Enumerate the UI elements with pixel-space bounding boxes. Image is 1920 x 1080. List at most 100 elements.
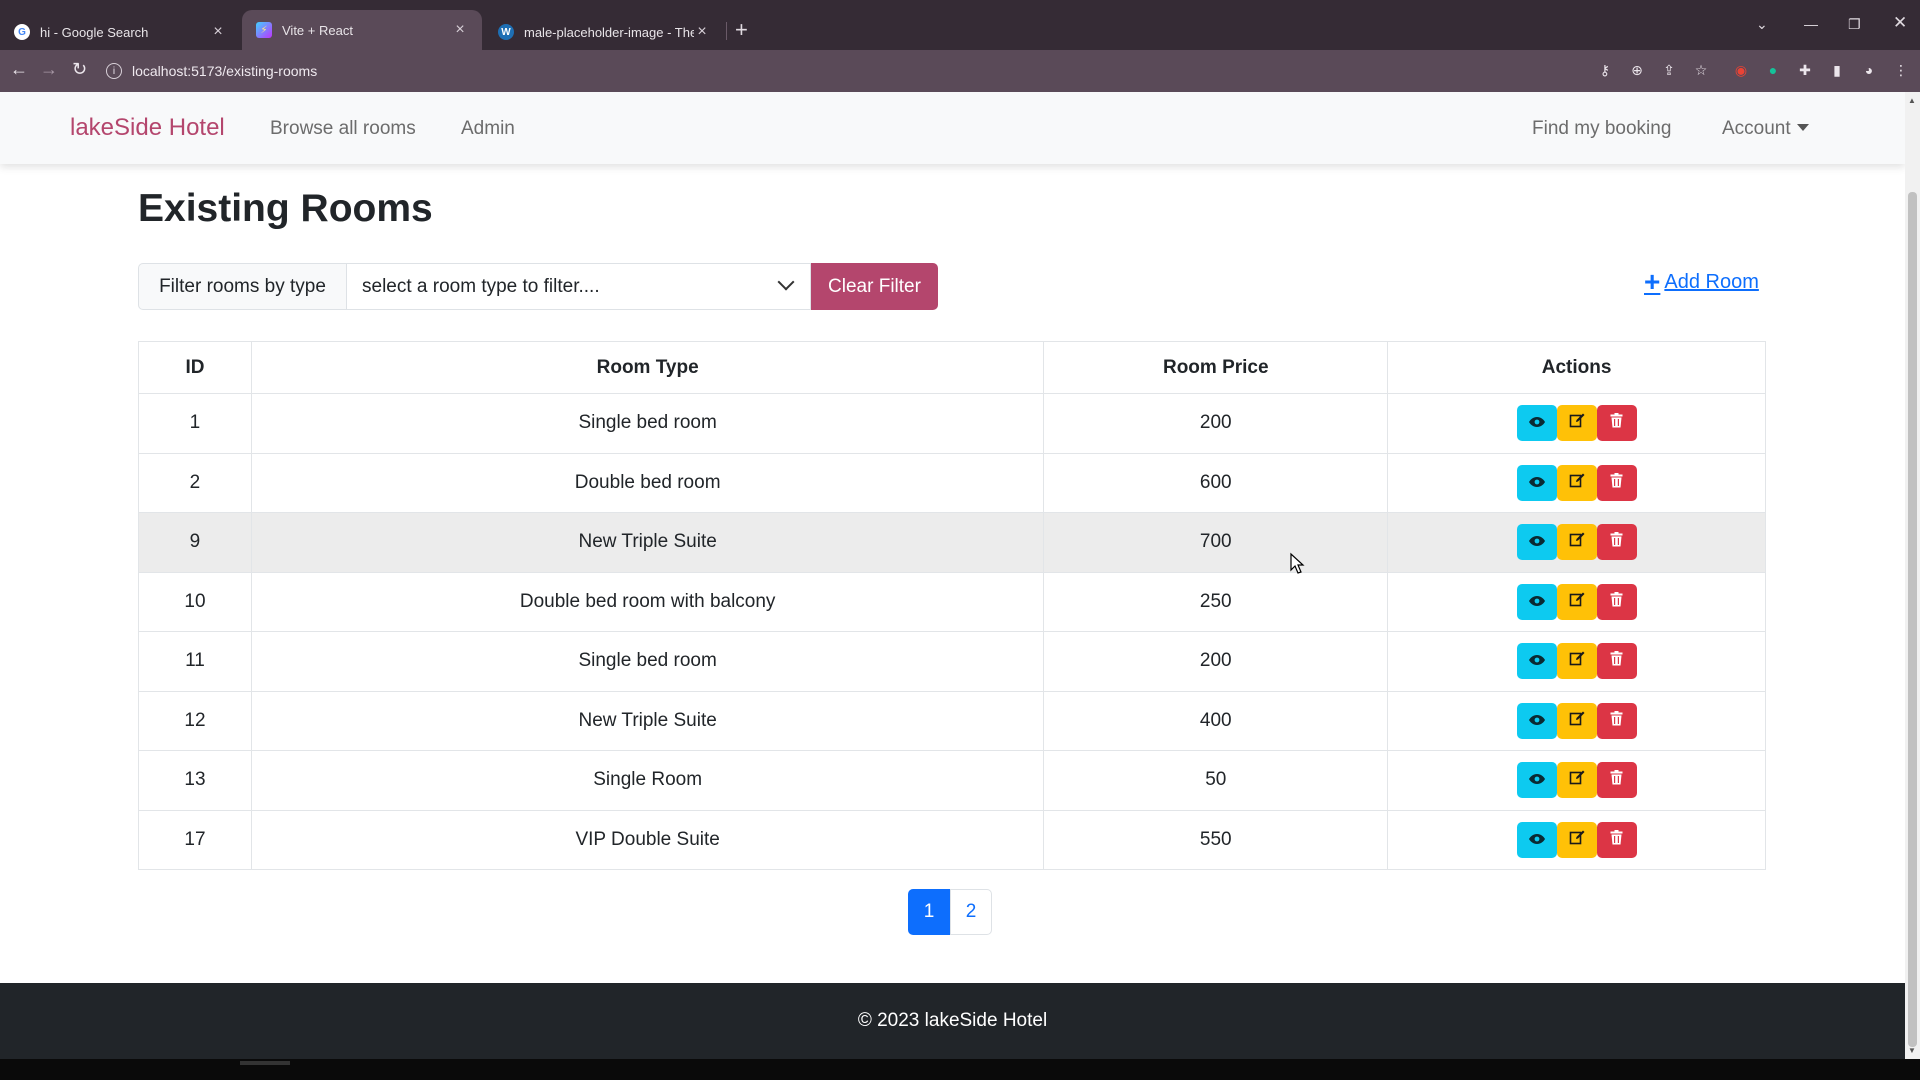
edit-icon [1569, 829, 1585, 851]
browser-tab-google[interactable]: G hi - Google Search × [0, 14, 240, 50]
minimize-icon[interactable]: — [1804, 16, 1818, 32]
side-panel-icon[interactable]: ▮ [1828, 62, 1846, 80]
forward-icon[interactable]: → [40, 59, 58, 80]
room-type: Single Room [250, 750, 1045, 811]
share-icon[interactable]: ⇪ [1660, 62, 1678, 80]
scroll-up-arrow-icon[interactable]: ▲ [1908, 96, 1916, 105]
eye-icon [1528, 531, 1546, 553]
table-row: 11 Single bed room 200 [138, 631, 1766, 692]
site-navbar: lakeSide Hotel Browse all rooms Admin Fi… [0, 92, 1905, 164]
clear-filter-button[interactable]: Clear Filter [811, 263, 938, 310]
trash-icon [1610, 710, 1623, 732]
page-button-2[interactable]: 2 [950, 889, 992, 935]
close-icon[interactable]: × [452, 21, 468, 39]
page-title: Existing Rooms [138, 187, 433, 230]
browser-tab-bar: G hi - Google Search × ⚡ Vite + React × … [0, 0, 1920, 50]
delete-room-button[interactable] [1596, 643, 1637, 680]
zoom-icon[interactable]: ⊕ [1628, 62, 1646, 80]
view-room-button[interactable] [1516, 702, 1557, 739]
edit-room-button[interactable] [1556, 643, 1597, 680]
browser-tab-wordpress[interactable]: W male-placeholder-image - The N × [484, 14, 724, 50]
edit-room-button[interactable] [1556, 762, 1597, 799]
table-row: 9 New Triple Suite 700 [138, 512, 1766, 573]
table-row: 17 VIP Double Suite 550 [138, 809, 1766, 870]
new-tab-button[interactable]: + [735, 17, 748, 43]
password-key-icon[interactable]: ⚷ [1596, 62, 1614, 80]
close-icon[interactable]: × [694, 23, 710, 41]
eye-icon [1528, 829, 1546, 851]
room-id: 9 [138, 512, 252, 573]
extensions-puzzle-icon[interactable]: ✚ [1796, 62, 1814, 80]
delete-room-button[interactable] [1596, 405, 1637, 442]
edit-room-button[interactable] [1556, 583, 1597, 620]
action-button-group [1388, 762, 1765, 799]
browser-tab-vite[interactable]: ⚡ Vite + React × [242, 10, 482, 50]
eye-icon [1528, 591, 1546, 613]
account-dropdown[interactable]: Account [1722, 118, 1809, 140]
eye-icon [1528, 412, 1546, 434]
scroll-down-arrow-icon[interactable]: ▼ [1908, 1046, 1916, 1055]
site-info-icon[interactable]: i [106, 63, 122, 79]
brand-logo-link[interactable]: lakeSide Hotel [70, 114, 225, 142]
trash-icon [1610, 829, 1623, 851]
eye-icon [1528, 769, 1546, 791]
back-icon[interactable]: ← [10, 59, 28, 80]
address-bar[interactable]: i localhost:5173/existing-rooms [106, 56, 1586, 86]
edit-room-button[interactable] [1556, 702, 1597, 739]
delete-room-button[interactable] [1596, 524, 1637, 561]
bookmark-star-icon[interactable]: ☆ [1692, 62, 1710, 80]
close-icon[interactable]: × [210, 23, 226, 41]
room-type-select[interactable]: select a room type to filter.... [347, 263, 811, 310]
room-actions [1387, 809, 1766, 870]
nav-admin[interactable]: Admin [461, 118, 515, 140]
view-room-button[interactable] [1516, 643, 1557, 680]
delete-room-button[interactable] [1596, 583, 1637, 620]
url-text: localhost:5173/existing-rooms [132, 63, 318, 79]
reload-icon[interactable]: ↻ [72, 59, 87, 80]
room-type: New Triple Suite [250, 690, 1045, 751]
window-close-icon[interactable]: ✕ [1893, 13, 1907, 33]
delete-room-button[interactable] [1596, 702, 1637, 739]
room-price: 200 [1043, 393, 1389, 454]
view-room-button[interactable] [1516, 405, 1557, 442]
room-actions [1387, 512, 1766, 573]
edit-room-button[interactable] [1556, 821, 1597, 858]
vite-icon: ⚡ [256, 22, 272, 38]
add-room-link[interactable]: + Add Room [1644, 268, 1759, 296]
edit-room-button[interactable] [1556, 405, 1597, 442]
edit-room-button[interactable] [1556, 464, 1597, 501]
scrollbar-thumb[interactable] [1908, 192, 1917, 1047]
table-row: 13 Single Room 50 [138, 750, 1766, 811]
page-button-1[interactable]: 1 [908, 889, 950, 935]
table-row: 12 New Triple Suite 400 [138, 690, 1766, 751]
delete-room-button[interactable] [1596, 762, 1637, 799]
view-room-button[interactable] [1516, 762, 1557, 799]
edit-room-button[interactable] [1556, 524, 1597, 561]
view-room-button[interactable] [1516, 524, 1557, 561]
room-id: 1 [138, 393, 252, 454]
nav-browse-all-rooms[interactable]: Browse all rooms [270, 118, 416, 140]
tab-title: Vite + React [282, 22, 353, 38]
page-scrollbar[interactable]: ▲ ▼ [1905, 92, 1920, 1059]
grammarly-icon[interactable]: ● [1764, 62, 1782, 80]
chrome-menu-icon[interactable]: ⋮ [1892, 62, 1910, 80]
edit-icon [1569, 472, 1585, 494]
color-extension-icon[interactable]: ◉ [1732, 62, 1750, 80]
restore-icon[interactable]: ❐ [1848, 16, 1861, 33]
trash-icon [1610, 769, 1623, 791]
view-room-button[interactable] [1516, 464, 1557, 501]
edit-icon [1569, 650, 1585, 672]
tab-search-icon[interactable]: ⌄ [1756, 16, 1768, 33]
wordpress-icon: W [498, 24, 514, 40]
room-id: 17 [138, 809, 252, 870]
profile-avatar-icon[interactable]: ◕ [1860, 62, 1878, 80]
nav-find-my-booking[interactable]: Find my booking [1532, 118, 1671, 140]
room-price: 200 [1043, 631, 1389, 692]
browser-toolbar: ← → ↻ i localhost:5173/existing-rooms ⚷ … [0, 50, 1920, 92]
view-room-button[interactable] [1516, 583, 1557, 620]
filter-label: Filter rooms by type [138, 263, 347, 310]
delete-room-button[interactable] [1596, 821, 1637, 858]
delete-room-button[interactable] [1596, 464, 1637, 501]
room-id: 13 [138, 750, 252, 811]
view-room-button[interactable] [1516, 821, 1557, 858]
